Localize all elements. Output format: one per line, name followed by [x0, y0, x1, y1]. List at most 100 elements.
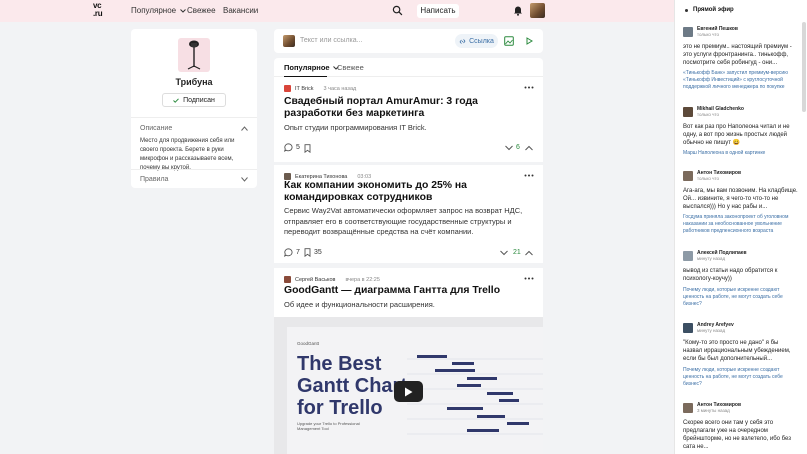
- divider: [131, 169, 257, 170]
- play-icon: [405, 387, 413, 396]
- check-icon: [173, 97, 179, 103]
- post-actions: 7 35 21: [284, 248, 533, 260]
- comment-time: 3 минуты назад: [697, 408, 730, 413]
- author-icon: [284, 85, 291, 92]
- send-icon[interactable]: [524, 36, 534, 46]
- vote-count: 6: [516, 144, 520, 151]
- subscribed-label: Подписан: [183, 96, 215, 104]
- live-title: Прямой эфир: [693, 7, 734, 13]
- vote-down-icon[interactable]: [505, 145, 513, 151]
- post-card: IT Brick 3 часа назад Свадебный портал A…: [274, 77, 543, 162]
- post-subtitle: Сервис Way2Vat автоматически оформляет з…: [284, 206, 523, 236]
- comment-text: Вот как раз про Наполеона читал и не одн…: [683, 124, 790, 146]
- chevron-up-icon[interactable]: [241, 126, 248, 131]
- post-time: 03:03: [357, 173, 372, 180]
- description-text: Место для продвижения себя или своего пр…: [140, 138, 235, 171]
- post-title[interactable]: GoodGantt — диаграмма Гантта для Trello: [284, 285, 534, 297]
- live-header: Прямой эфир: [685, 7, 734, 13]
- tab-popular-label: Популярное: [284, 63, 330, 72]
- tab-fresh[interactable]: Свежее: [337, 63, 364, 72]
- chevron-down-icon[interactable]: [241, 177, 248, 182]
- subscribed-button[interactable]: Подписан: [162, 93, 226, 107]
- post-actions: 5 6: [284, 143, 533, 155]
- post-subtitle: Опыт студии программирования IT Brick.: [284, 123, 427, 132]
- search-icon[interactable]: [392, 5, 403, 16]
- comment-icon: [284, 248, 293, 257]
- post-title[interactable]: Как компании экономить до 25% на команди…: [284, 180, 534, 204]
- avatar: [683, 107, 693, 117]
- composer-avatar: [283, 35, 295, 47]
- video-tagline: Upgrade your Trello to Professional Mana…: [297, 421, 360, 431]
- vote-up-icon[interactable]: [525, 250, 533, 256]
- nav-jobs[interactable]: Вакансии: [223, 6, 258, 15]
- user-avatar[interactable]: [530, 3, 545, 18]
- vote-count: 21: [513, 249, 521, 256]
- nav-popular[interactable]: Популярное: [131, 6, 186, 15]
- live-dot-icon: [685, 8, 688, 12]
- comments-button[interactable]: 5: [284, 143, 300, 152]
- composer-input[interactable]: Текст или ссылка...: [300, 37, 362, 44]
- post-meta: Екатерина Тихонова 03:03: [284, 173, 371, 180]
- comment-text: вывод из статьи надо обратится к психоло…: [683, 268, 778, 282]
- comment-time: только что: [697, 176, 720, 181]
- comments-count: 5: [296, 144, 300, 151]
- avatar: [683, 27, 693, 37]
- comment-text: Ага-ага, мы вам позвоним. На кладбище. О…: [683, 188, 798, 210]
- comment-text: это не премиум.. настоящий премиум - это…: [683, 44, 792, 66]
- microphone-icon: [187, 40, 201, 70]
- vote-up-icon[interactable]: [525, 145, 533, 151]
- video-brand: GoodGantt: [297, 341, 320, 346]
- play-button[interactable]: [394, 381, 423, 402]
- more-icon[interactable]: [524, 85, 534, 90]
- comment-text: "Кому-то это просто не дано" я бы назвал…: [683, 340, 791, 362]
- description-title[interactable]: Описание: [140, 125, 172, 132]
- video-title: The Best Gantt Chart for Trello: [297, 353, 407, 419]
- comment-post-link[interactable]: Почему люди, которые искренне создают це…: [683, 287, 799, 308]
- comment-post-link[interactable]: Почему люди, которые искренне создают це…: [683, 367, 799, 388]
- link-button[interactable]: Ссылка: [455, 34, 498, 48]
- rules-title[interactable]: Правила: [140, 176, 168, 183]
- vote-down-icon[interactable]: [500, 250, 508, 256]
- gantt-illustration: [407, 355, 543, 435]
- comment-text: Скорее всего они там у себя это предлага…: [683, 420, 791, 450]
- comments-button[interactable]: 7: [284, 248, 300, 257]
- feed-tabs: Популярное Свежее: [274, 58, 543, 77]
- comments-count: 7: [296, 249, 300, 256]
- avatar: [683, 251, 693, 261]
- more-icon[interactable]: [524, 173, 534, 178]
- comment-time: только что: [697, 32, 720, 37]
- bell-icon[interactable]: [513, 5, 523, 16]
- tab-popular[interactable]: Популярное: [284, 63, 339, 77]
- comment-time: минуту назад: [697, 328, 726, 333]
- more-icon[interactable]: [524, 276, 534, 281]
- bookmark-button[interactable]: 35: [304, 248, 322, 257]
- avatar: [683, 403, 693, 413]
- post-author[interactable]: IT Brick: [295, 86, 314, 92]
- post-author[interactable]: Екатерина Тихонова: [295, 174, 347, 180]
- write-button[interactable]: Написать: [417, 4, 459, 18]
- scrollbar[interactable]: [802, 22, 806, 112]
- comment-post-link[interactable]: Марш Наполеона в одной картинке: [683, 150, 799, 157]
- image-icon[interactable]: [504, 36, 514, 46]
- post-author[interactable]: Сергей Васьков: [295, 277, 335, 283]
- comment-post-link[interactable]: Госдума приняла законопроект об уголовно…: [683, 214, 799, 235]
- comment-icon: [284, 143, 293, 152]
- link-icon: [459, 38, 466, 44]
- logo-bottom: .ru: [93, 9, 103, 18]
- author-avatar: [284, 276, 291, 283]
- comment-time: минуту назад: [697, 256, 726, 261]
- nav-fresh[interactable]: Свежее: [187, 6, 216, 15]
- avatar: [683, 171, 693, 181]
- bookmarks-count: 35: [314, 249, 322, 256]
- site-logo[interactable]: vc .ru: [93, 2, 109, 18]
- comment-post-link[interactable]: «Тинькофф Банк» запустил премиум-версию …: [683, 70, 799, 91]
- bookmark-icon: [304, 248, 311, 257]
- author-avatar: [284, 173, 291, 180]
- post-title[interactable]: Свадебный портал AmurAmur: 3 года разраб…: [284, 96, 534, 120]
- link-label: Ссылка: [469, 37, 494, 45]
- chevron-down-icon: [180, 8, 186, 13]
- divider: [131, 117, 257, 118]
- subsite-name: Трибуна: [175, 77, 213, 87]
- bookmark-icon[interactable]: [304, 144, 311, 153]
- avatar: [683, 323, 693, 333]
